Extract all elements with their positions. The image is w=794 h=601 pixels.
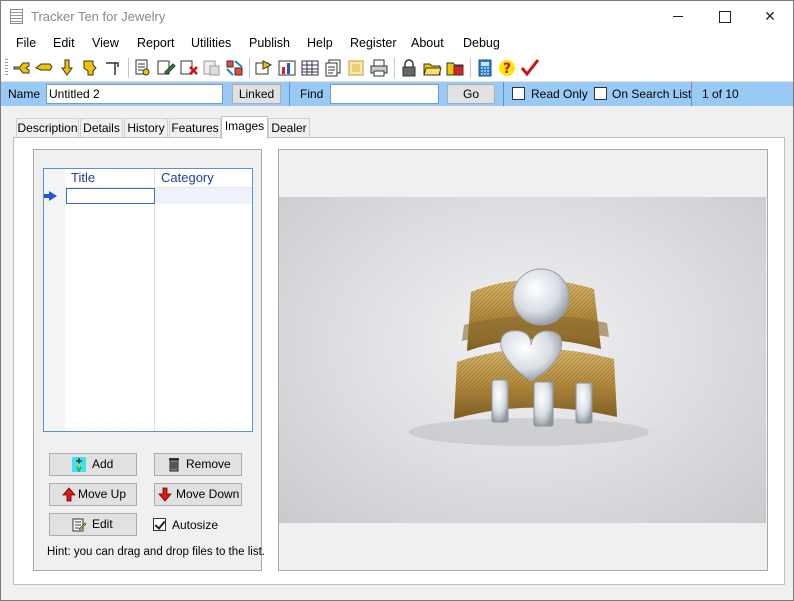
record-bar: Name Linked Find Go Read Only On Search … (1, 82, 793, 106)
read-only-label: Read Only (531, 87, 588, 101)
tab-description[interactable]: Description (16, 118, 79, 138)
edit-record-icon[interactable] (156, 58, 176, 78)
image-preview[interactable] (279, 197, 766, 523)
linked-button[interactable]: Linked (232, 84, 281, 104)
current-row-arrow-icon (44, 191, 57, 201)
move-up-button-label: Move Up (78, 487, 127, 501)
find-label: Find (300, 87, 324, 101)
add-button[interactable]: Add (49, 453, 137, 476)
record-position: 1 of 10 (702, 87, 739, 101)
menu-report[interactable]: Report (137, 36, 175, 50)
tab-images[interactable]: Images (221, 116, 268, 139)
arrow-up-icon (62, 487, 76, 502)
remove-button-label: Remove (186, 457, 231, 471)
read-only-checkbox[interactable] (512, 87, 525, 100)
picture-icon[interactable] (346, 58, 366, 78)
minimize-button[interactable] (655, 1, 701, 32)
svg-text:?: ? (503, 61, 511, 77)
menu-register[interactable]: Register (350, 36, 397, 50)
copy-record-icon[interactable] (133, 58, 153, 78)
menu-debug[interactable]: Debug (463, 36, 500, 50)
edit-document-icon (72, 518, 86, 532)
menu-edit[interactable]: Edit (53, 36, 75, 50)
search-list-label: On Search List (612, 87, 692, 101)
name-input[interactable] (46, 84, 223, 104)
tab-details[interactable]: Details (80, 118, 123, 138)
window-title: Tracker Ten for Jewelry (31, 9, 166, 24)
add-image-icon (72, 457, 86, 472)
move-down-button-label: Move Down (176, 487, 240, 501)
tab-features[interactable]: Features (169, 118, 221, 138)
drag-drop-hint: Hint: you can drag and drop files to the… (47, 546, 265, 558)
close-button[interactable]: ✕ (747, 1, 793, 32)
menu-utilities[interactable]: Utilities (191, 36, 231, 50)
gold-mesh-diamond-rings-photo (409, 268, 649, 446)
menu-help[interactable]: Help (307, 36, 333, 50)
table-view-icon[interactable] (300, 58, 320, 78)
go-button[interactable]: Go (447, 84, 495, 104)
help-icon[interactable]: ? (497, 58, 517, 78)
autosize-label: Autosize (172, 518, 219, 532)
export-icon[interactable] (254, 58, 274, 78)
search-list-checkbox[interactable] (594, 87, 607, 100)
print-icon[interactable] (369, 58, 389, 78)
toolbar-grip[interactable] (5, 59, 8, 77)
title-cell-editor[interactable] (66, 188, 155, 204)
toolbar-separator (128, 58, 129, 78)
open-folder-icon[interactable] (422, 58, 442, 78)
images-grid[interactable]: Title Category (43, 168, 253, 432)
find-input[interactable] (330, 84, 439, 104)
column-header-category[interactable]: Category (161, 170, 214, 185)
tab-dealer[interactable]: Dealer (268, 118, 310, 138)
column-separator (154, 169, 155, 431)
toolbar: ? (1, 54, 793, 82)
last-record-icon[interactable] (80, 58, 100, 78)
add-button-label: Add (92, 457, 114, 471)
toolbar-separator (249, 58, 250, 78)
new-record-icon[interactable] (103, 58, 123, 78)
app-logo-icon (10, 9, 23, 24)
trash-icon (169, 458, 179, 472)
move-up-button[interactable]: Move Up (49, 483, 137, 506)
filter-icon[interactable] (202, 58, 222, 78)
bar-divider (289, 82, 290, 106)
remove-button[interactable]: Remove (154, 453, 242, 476)
edit-button[interactable]: Edit (49, 513, 137, 536)
form-view-icon[interactable] (323, 58, 343, 78)
chart-icon[interactable] (277, 58, 297, 78)
title-bar: Tracker Ten for Jewelry ✕ (1, 1, 793, 32)
menu-about[interactable]: About (411, 36, 444, 50)
previous-record-icon[interactable] (34, 58, 54, 78)
bar-divider (503, 82, 504, 106)
name-label: Name (8, 87, 41, 101)
tab-history[interactable]: History (124, 118, 168, 138)
menu-view[interactable]: View (92, 36, 119, 50)
sort-icon[interactable] (225, 58, 245, 78)
calculator-icon[interactable] (475, 58, 495, 78)
toolbar-separator (470, 58, 471, 78)
autosize-checkbox[interactable] (153, 518, 166, 531)
row-header-column (44, 169, 65, 431)
maximize-button[interactable] (701, 1, 747, 32)
toolbar-separator (394, 58, 395, 78)
first-record-icon[interactable] (12, 58, 32, 78)
delete-record-icon[interactable] (179, 58, 199, 78)
edit-button-label: Edit (92, 517, 113, 531)
menu-file[interactable]: File (16, 36, 36, 50)
menu-bar: File Edit View Report Utilities Publish … (1, 32, 793, 54)
column-header-title[interactable]: Title (71, 170, 95, 185)
menu-publish[interactable]: Publish (249, 36, 290, 50)
move-down-button[interactable]: Move Down (154, 483, 242, 506)
bar-divider (691, 82, 692, 106)
arrow-down-icon (158, 487, 172, 502)
check-icon[interactable] (520, 58, 540, 78)
save-icon[interactable] (445, 58, 465, 78)
lock-icon[interactable] (399, 58, 419, 78)
app-window: Tracker Ten for Jewelry ✕ File Edit View… (0, 0, 794, 601)
next-record-icon[interactable] (57, 58, 77, 78)
